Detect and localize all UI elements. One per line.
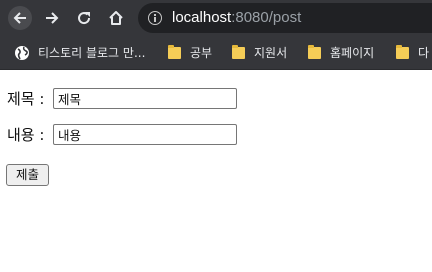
title-input[interactable] xyxy=(53,88,237,109)
body-label: 내용 : xyxy=(7,126,45,144)
home-button[interactable] xyxy=(104,6,128,30)
page-content: 제목 : 내용 : 제출 xyxy=(0,71,432,272)
home-icon xyxy=(109,11,123,25)
bookmark-label: 공부 xyxy=(190,46,213,60)
folder-icon xyxy=(396,45,409,59)
url-port-path: :8080/post xyxy=(231,9,302,26)
reload-icon xyxy=(78,12,91,25)
bookmarks-bar: 티스토리 블로그 만... 공부 지원서 홈페이지 다 xyxy=(0,36,432,70)
bookmark-label: 지원서 xyxy=(254,46,288,60)
folder-icon xyxy=(232,45,245,59)
reload-button[interactable] xyxy=(72,6,96,30)
bookmark-label: 티스토리 블로그 만... xyxy=(38,46,146,60)
folder-icon xyxy=(308,45,321,59)
arrow-left-icon xyxy=(13,12,26,24)
globe-icon xyxy=(15,46,29,60)
address-bar[interactable]: localhost:8080/post xyxy=(138,3,432,33)
bookmark-label: 홈페이지 xyxy=(330,46,375,60)
title-label: 제목 : xyxy=(7,90,45,108)
body-input[interactable] xyxy=(53,124,237,145)
url-text: localhost:8080/post xyxy=(172,9,301,26)
submit-button[interactable]: 제출 xyxy=(6,164,49,186)
forward-button[interactable] xyxy=(40,6,64,30)
info-icon[interactable] xyxy=(148,11,162,25)
arrow-right-icon xyxy=(46,12,59,24)
back-button[interactable] xyxy=(8,6,32,30)
folder-icon xyxy=(168,45,181,59)
browser-toolbar: localhost:8080/post xyxy=(0,0,432,36)
url-host: localhost xyxy=(172,9,232,26)
bookmark-label: 다 xyxy=(418,46,430,60)
